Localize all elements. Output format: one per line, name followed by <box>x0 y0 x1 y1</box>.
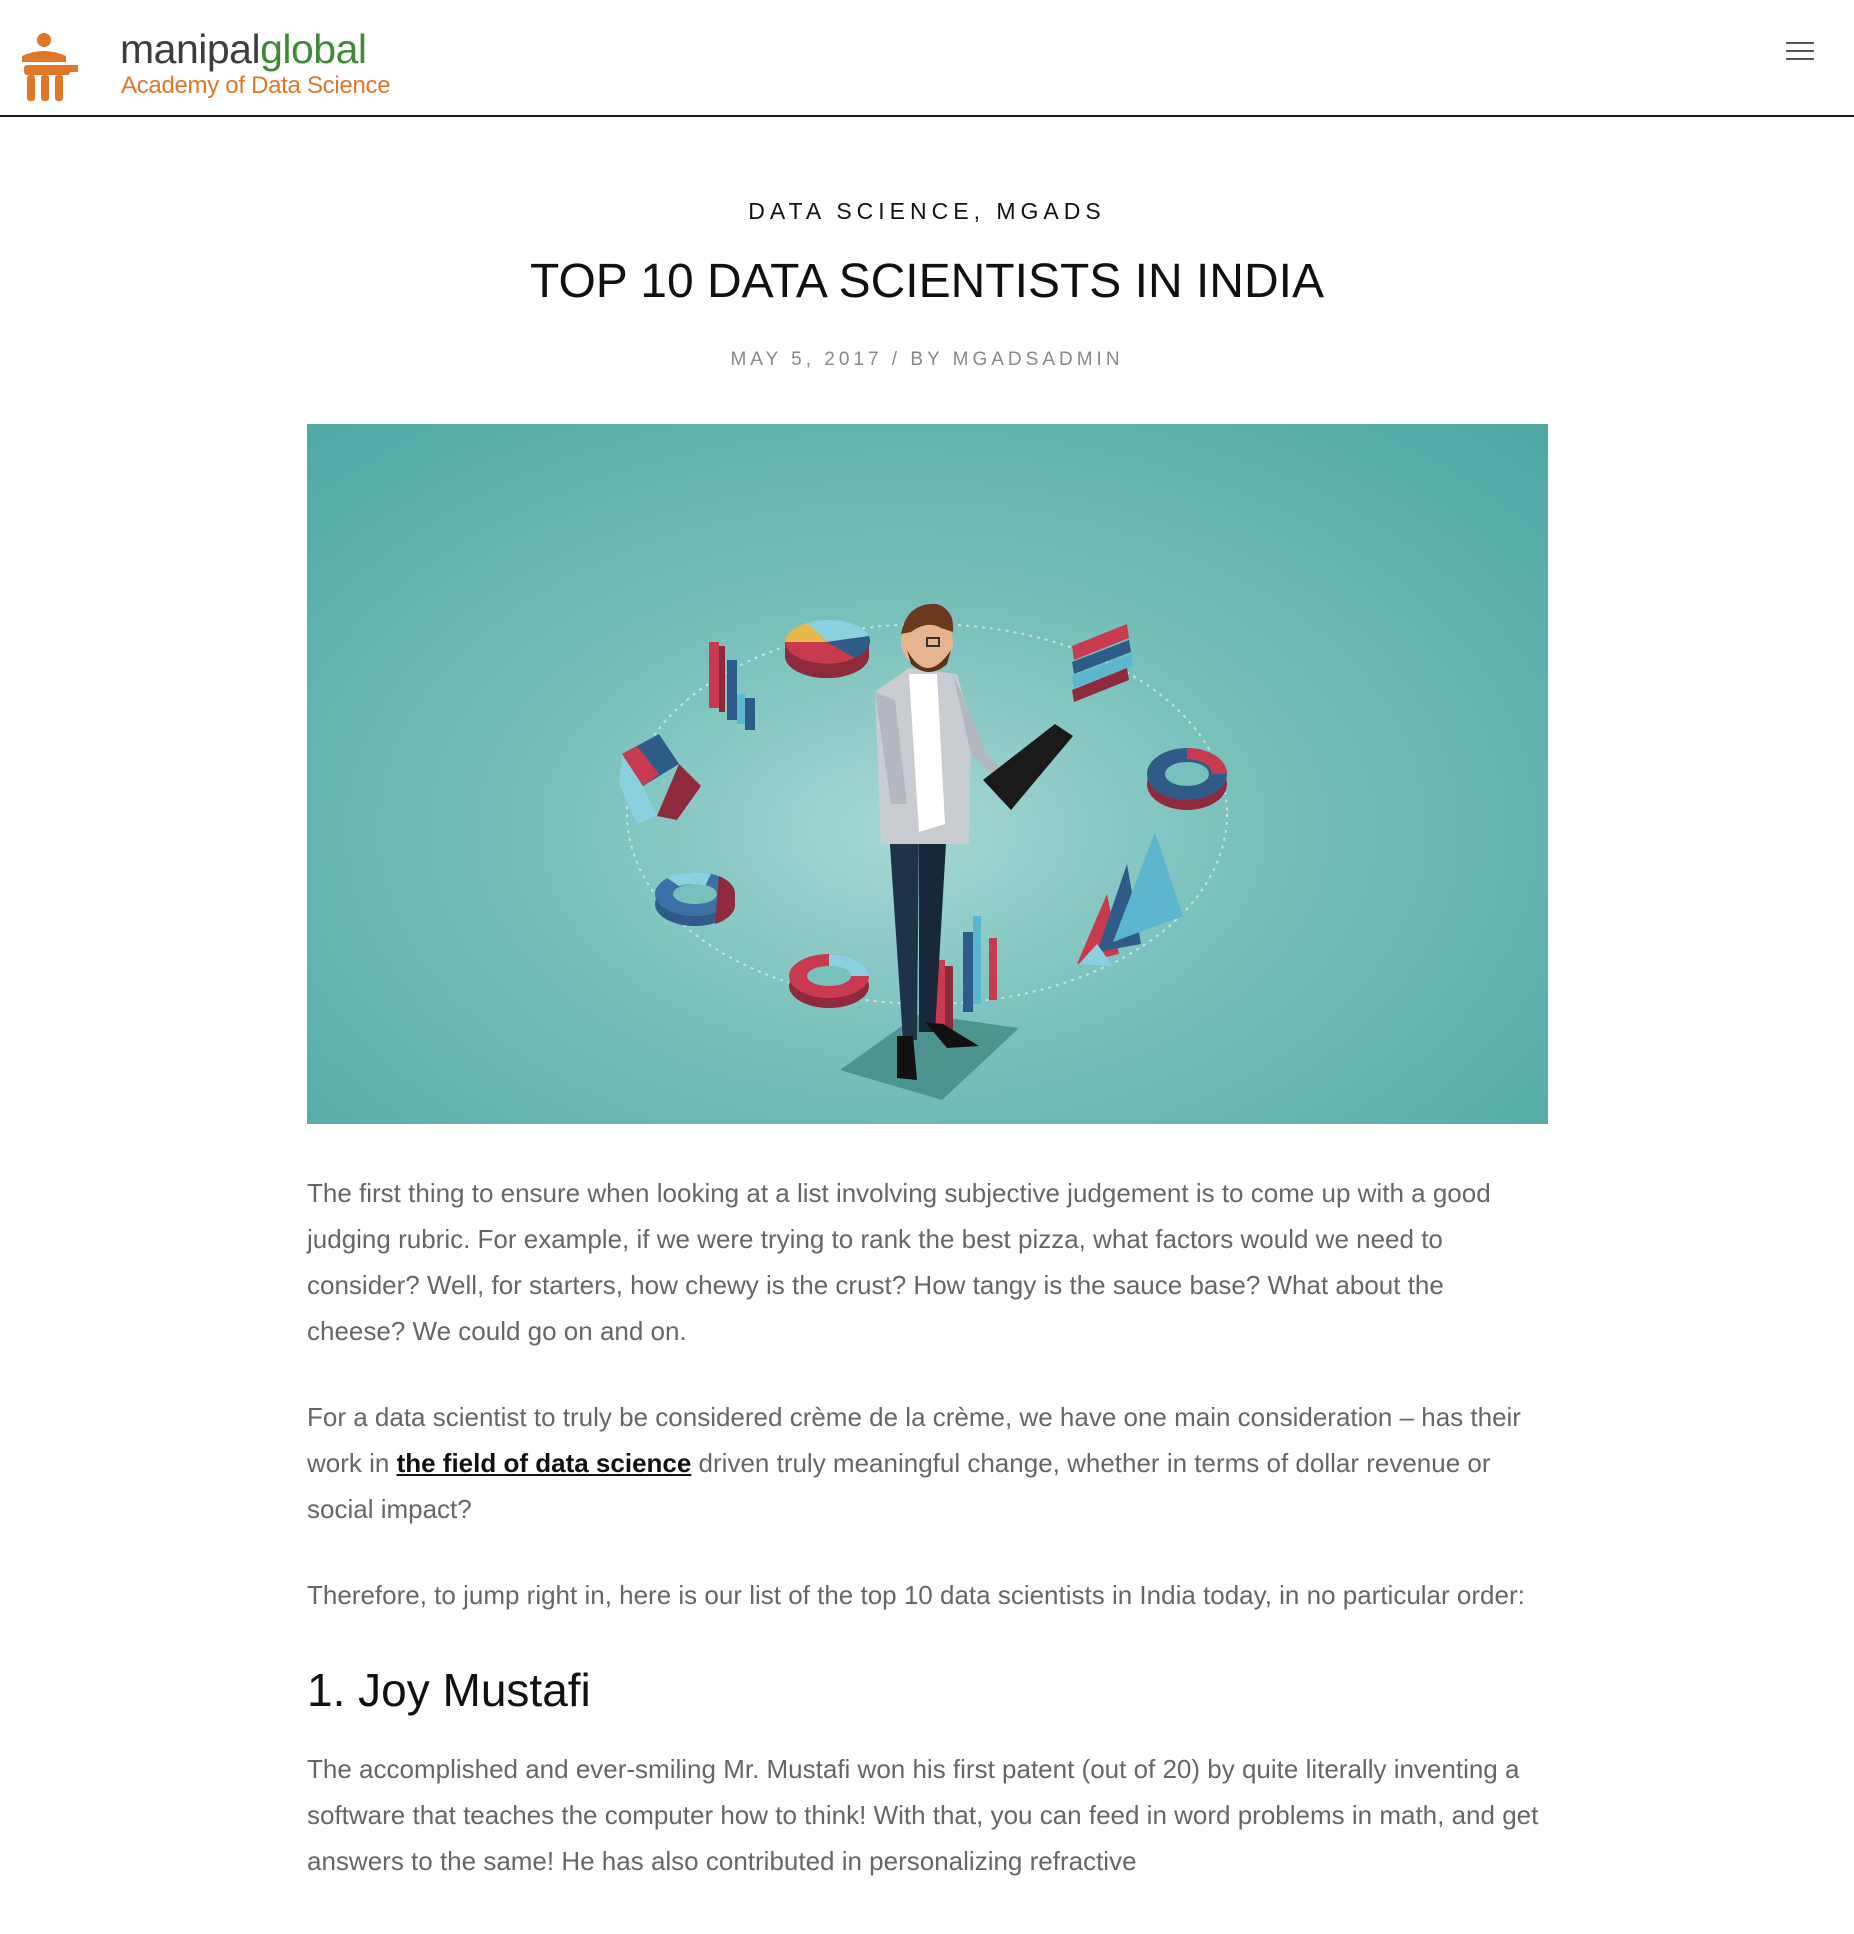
menu-line <box>1786 42 1814 44</box>
featured-image <box>307 424 1548 1124</box>
post-content: The first thing to ensure when looking a… <box>307 1170 1548 1924</box>
category-link-data-science[interactable]: DATA SCIENCE <box>748 198 973 224</box>
content-paragraph-2: For a data scientist to truly be conside… <box>307 1394 1548 1532</box>
section-heading-joy-mustafi: 1. Joy Mustafi <box>307 1664 591 1716</box>
site-header: manipalglobal Academy of Data Science <box>0 0 1854 117</box>
person-figure <box>875 603 1073 1080</box>
logo-tagline: Academy of Data Science <box>121 72 391 99</box>
segment-chart-icon <box>619 734 701 824</box>
category-link-mgads[interactable]: MGADS <box>996 198 1105 224</box>
donut-chart-icon-3 <box>789 954 869 1008</box>
bar-chart-icon <box>709 642 755 730</box>
content-paragraph-4: The accomplished and ever-smiling Mr. Mu… <box>307 1754 1539 1876</box>
data-scientist-illustration <box>619 603 1228 1100</box>
content-paragraph-3: Therefore, to jump right in, here is our… <box>307 1580 1525 1610</box>
logo-word-global: global <box>260 26 367 72</box>
hamburger-menu-icon[interactable] <box>1786 40 1816 62</box>
logo-word-manipal: manipal <box>120 26 261 72</box>
content-paragraph-1: The first thing to ensure when looking a… <box>307 1178 1491 1346</box>
bar-chart-icon-2 <box>935 916 997 1032</box>
post-date-link[interactable]: MAY 5, 2017 <box>730 349 882 370</box>
post-author-link[interactable]: MGADSADMIN <box>953 349 1124 370</box>
stacked-bar-icon <box>1072 624 1133 702</box>
site-logo-link[interactable]: manipalglobal Academy of Data Science <box>18 26 391 106</box>
data-science-field-link[interactable]: the field of data science <box>397 1448 692 1478</box>
meta-separator: / BY <box>882 349 953 370</box>
donut-chart-icon <box>1147 748 1227 810</box>
category-separator: , <box>973 198 997 224</box>
post-title: TOP 10 DATA SCIENTISTS IN INDIA <box>530 255 1324 308</box>
pie-chart-icon <box>785 619 871 678</box>
menu-line <box>1786 50 1814 52</box>
logo-wordmark: manipalglobal <box>120 26 367 72</box>
area-chart-icon <box>1077 832 1183 966</box>
post-meta: MAY 5, 2017 / BY MGADSADMIN <box>0 347 1854 373</box>
donut-chart-icon-2 <box>655 872 736 926</box>
post-categories: DATA SCIENCE, MGADS <box>0 196 1854 226</box>
menu-line <box>1786 58 1814 60</box>
manipal-logo-icon <box>22 33 78 101</box>
